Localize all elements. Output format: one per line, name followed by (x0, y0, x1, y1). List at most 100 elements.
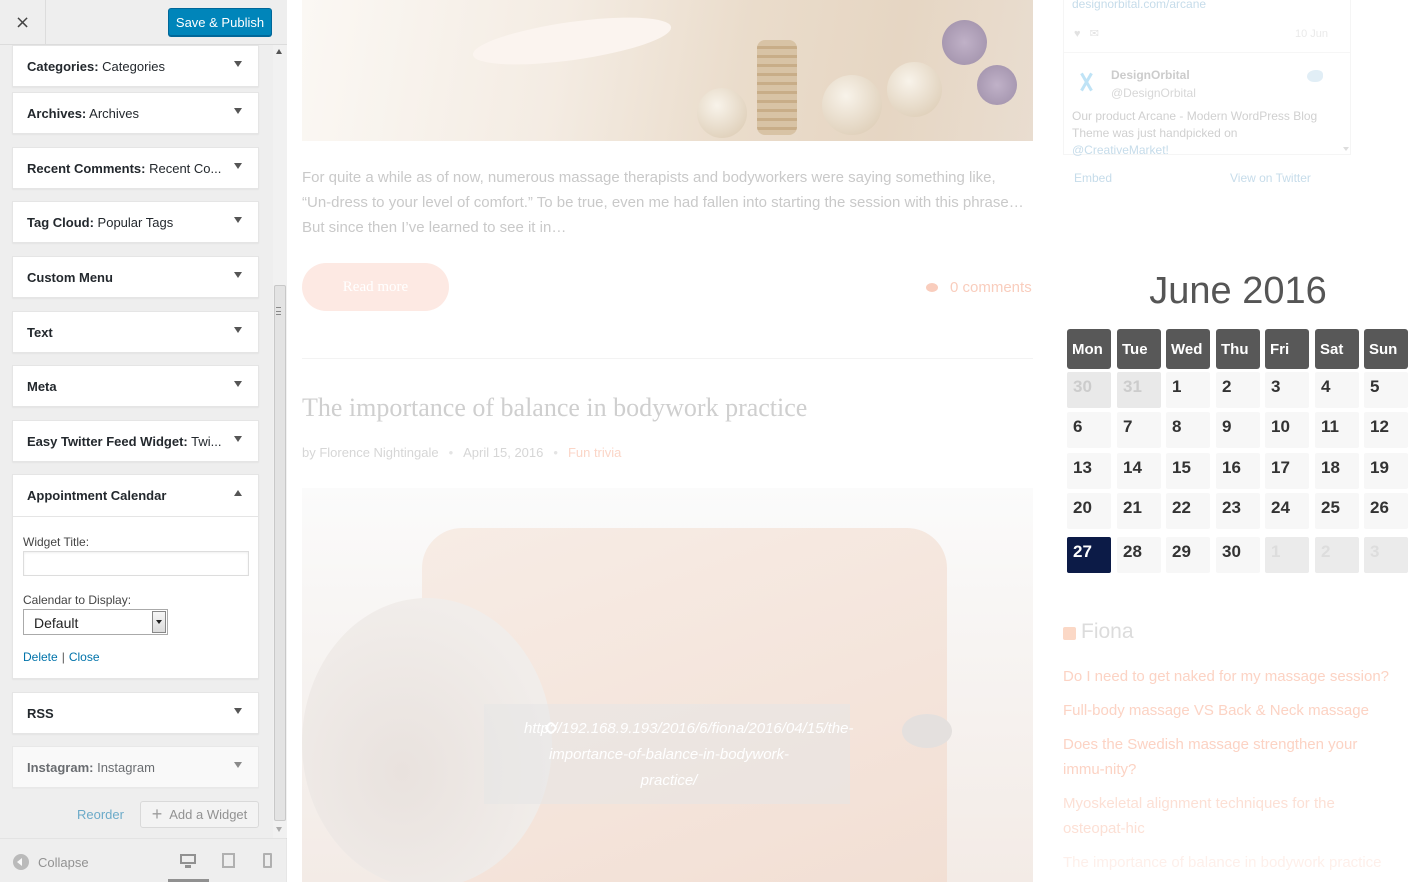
calendar-day[interactable]: 30 (1067, 372, 1111, 408)
tweet-account-handle[interactable]: @DesignOrbital (1111, 86, 1196, 100)
read-more-button[interactable]: Read more (302, 263, 449, 311)
reorder-link[interactable]: Reorder (77, 807, 124, 822)
calendar-day[interactable]: 13 (1067, 453, 1111, 489)
save-publish-button[interactable]: Save & Publish (168, 8, 272, 36)
widget-easy-twitter-feed[interactable]: Easy Twitter Feed Widget: Twi... (12, 420, 259, 462)
calendar-day[interactable]: 28 (1117, 537, 1161, 573)
calendar-day[interactable]: 31 (1117, 372, 1161, 408)
calendar-day-today[interactable]: 27 (1067, 537, 1111, 573)
widget-rss[interactable]: RSS (12, 692, 259, 734)
scroll-down-arrow-icon[interactable] (276, 827, 282, 832)
expand-arrow-icon[interactable] (234, 217, 242, 223)
rss-item[interactable]: Myoskeletal alignment techniques for the… (1063, 791, 1393, 841)
rss-item[interactable]: The importance of balance in bodywork pr… (1063, 850, 1393, 875)
widget-meta[interactable]: Meta (12, 365, 259, 407)
desktop-preview-icon[interactable] (180, 853, 196, 869)
sidebar-scrollbar[interactable] (273, 45, 287, 838)
rss-item[interactable]: Does the Swedish massage strengthen your… (1063, 732, 1393, 782)
mobile-preview-icon[interactable] (262, 853, 278, 869)
expand-arrow-icon[interactable] (234, 61, 242, 67)
calendar-day[interactable]: 3 (1265, 372, 1309, 408)
calendar-day[interactable]: 1 (1166, 372, 1210, 408)
scroll-down-arrow-icon[interactable] (1343, 147, 1349, 151)
calendar-day[interactable]: 18 (1315, 453, 1359, 489)
calendar-day[interactable]: 6 (1067, 412, 1111, 448)
calendar-day[interactable]: 2 (1216, 372, 1260, 408)
view-on-twitter-link[interactable]: View on Twitter (1230, 171, 1311, 185)
collapse-arrow-icon[interactable] (234, 490, 242, 496)
scroll-up-arrow-icon[interactable] (276, 49, 282, 54)
widget-tag-cloud[interactable]: Tag Cloud: Popular Tags (12, 201, 259, 243)
calendar-day[interactable]: 24 (1265, 493, 1309, 529)
calendar-day[interactable]: 12 (1364, 412, 1408, 448)
calendar-day[interactable]: 7 (1117, 412, 1161, 448)
calendar-day[interactable]: 30 (1216, 537, 1260, 573)
expand-arrow-icon[interactable] (234, 762, 242, 768)
expand-arrow-icon[interactable] (234, 108, 242, 114)
widget-categories[interactable]: Categories: Categories (12, 45, 259, 87)
calendar-day[interactable]: 11 (1315, 412, 1359, 448)
calendar-day[interactable]: 10 (1265, 412, 1309, 448)
calendar-day[interactable]: 1 (1265, 537, 1309, 573)
calendar-day[interactable]: 25 (1315, 493, 1359, 529)
post-title[interactable]: The importance of balance in bodywork pr… (302, 393, 807, 423)
post-url[interactable]: http://192.168.9.193/2016/6/fiona/2016/0… (524, 716, 853, 794)
expand-arrow-icon[interactable] (234, 436, 242, 442)
scrollbar-thumb[interactable] (274, 285, 286, 821)
calendar-day[interactable]: 5 (1364, 372, 1408, 408)
widget-header[interactable]: Appointment Calendar (13, 475, 258, 517)
widget-recent-comments[interactable]: Recent Comments: Recent Co... (12, 147, 259, 189)
calendar-day[interactable]: 21 (1117, 493, 1161, 529)
expand-arrow-icon[interactable] (234, 327, 242, 333)
calendar-day[interactable]: 19 (1364, 453, 1408, 489)
calendar-day[interactable]: 14 (1117, 453, 1161, 489)
calendar-day[interactable]: 15 (1166, 453, 1210, 489)
post-link-overlay[interactable]: http://192.168.9.193/2016/6/fiona/2016/0… (484, 704, 853, 804)
calendar-day[interactable]: 2 (1315, 537, 1359, 573)
calendar-day[interactable]: 22 (1166, 493, 1210, 529)
twitter-bird-icon[interactable] (1307, 70, 1323, 82)
twitter-embed-link[interactable]: Embed (1074, 171, 1112, 185)
calendar-day[interactable]: 26 (1364, 493, 1408, 529)
rss-item[interactable]: Full-body massage VS Back & Neck massage (1063, 698, 1393, 723)
expand-arrow-icon[interactable] (234, 272, 242, 278)
calendar-day[interactable]: 3 (1364, 537, 1408, 573)
dropdown-arrow-icon[interactable] (152, 611, 166, 633)
widget-archives[interactable]: Archives: Archives (12, 92, 259, 134)
calendar-day[interactable]: 8 (1166, 412, 1210, 448)
close-customizer-button[interactable]: × (0, 0, 46, 45)
calendar-day[interactable]: 23 (1216, 493, 1260, 529)
collapse-icon[interactable] (13, 854, 29, 870)
heart-icon[interactable]: ♥ (1074, 28, 1081, 40)
calendar-day[interactable]: 9 (1216, 412, 1260, 448)
rss-item[interactable]: Do I need to get naked for my massage se… (1063, 664, 1393, 689)
expand-arrow-icon[interactable] (234, 381, 242, 387)
calendar-day[interactable]: 20 (1067, 493, 1111, 529)
add-widget-button[interactable]: + Add a Widget (140, 801, 259, 828)
delete-link[interactable]: Delete (23, 650, 58, 664)
expand-arrow-icon[interactable] (234, 708, 242, 714)
expand-arrow-icon[interactable] (234, 163, 242, 169)
widget-title-input[interactable] (23, 551, 249, 576)
calendar-day[interactable]: 16 (1216, 453, 1260, 489)
calendar-select[interactable]: Default (23, 609, 168, 635)
tweet-mention[interactable]: @CreativeMarket! (1072, 143, 1169, 157)
reply-icon[interactable]: ✉ (1090, 28, 1099, 40)
calendar-day[interactable]: 4 (1315, 372, 1359, 408)
comments-link[interactable]: 0 comments (926, 279, 1032, 296)
widget-instagram[interactable]: Instagram: Instagram (12, 746, 259, 788)
calendar-day[interactable]: 29 (1166, 537, 1210, 573)
post-author[interactable]: by Florence Nightingale (302, 445, 439, 460)
post-category[interactable]: Fun trivia (568, 445, 621, 460)
collapse-label[interactable]: Collapse (38, 855, 89, 870)
widget-custom-menu[interactable]: Custom Menu (12, 256, 259, 298)
calendar-month-title: June 2016 (1149, 270, 1327, 312)
tweet-account-name[interactable]: DesignOrbital (1111, 68, 1190, 82)
close-link[interactable]: Close (69, 650, 100, 664)
widget-text[interactable]: Text (12, 311, 259, 353)
tweet-link[interactable]: designorbital.com/arcane (1072, 0, 1206, 11)
calendar-day[interactable]: 17 (1265, 453, 1309, 489)
tablet-preview-icon[interactable] (221, 853, 237, 869)
twitter-scrollbar[interactable] (1342, 0, 1350, 155)
post-date[interactable]: April 15, 2016 (463, 445, 543, 460)
